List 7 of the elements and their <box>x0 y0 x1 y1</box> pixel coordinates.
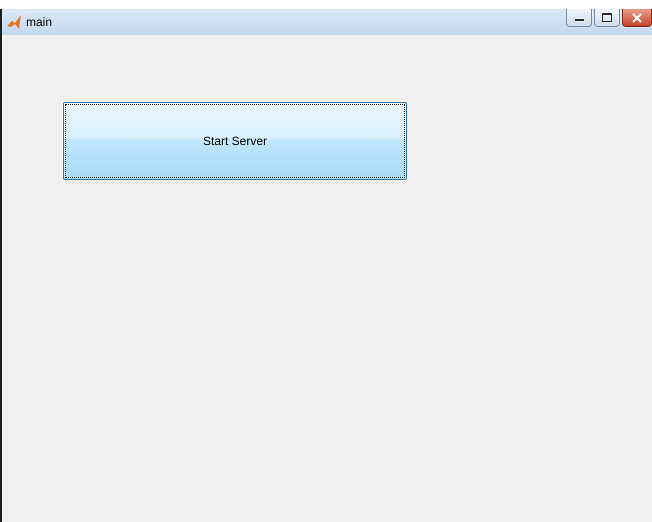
start-server-button[interactable]: Start Server <box>63 102 407 180</box>
maximize-button[interactable] <box>594 9 620 27</box>
app-icon <box>6 14 22 30</box>
minimize-button[interactable] <box>566 9 592 27</box>
close-icon <box>632 12 642 22</box>
window-title: main <box>26 15 52 29</box>
close-button[interactable] <box>622 9 652 27</box>
